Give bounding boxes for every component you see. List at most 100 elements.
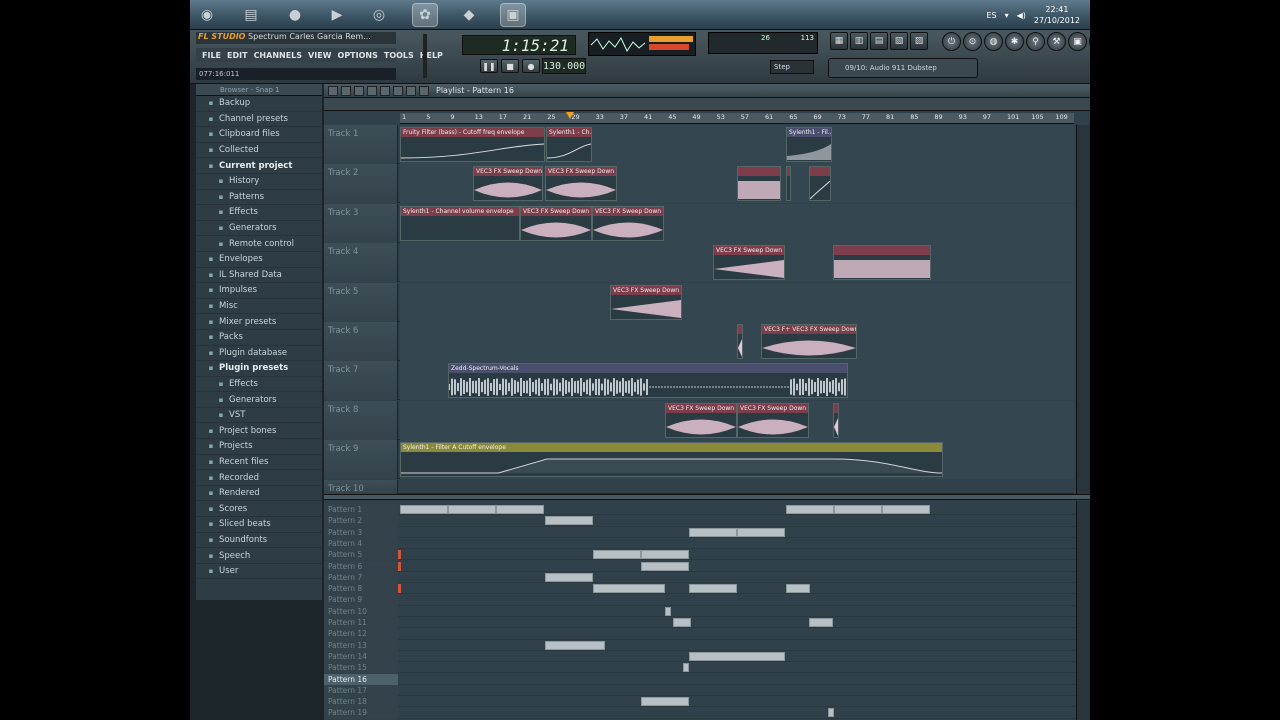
language-indicator[interactable]: ES (986, 11, 996, 20)
track-lane[interactable]: Sylenth1 - Channel volume envelope VEC3 F… (400, 203, 1074, 243)
pattern-name[interactable]: Pattern 14 (324, 650, 398, 663)
tempo-display[interactable]: 130.000 (542, 58, 586, 74)
browser-item[interactable]: ▪ Plugin database (196, 346, 322, 362)
browser-item[interactable]: ▪ History (196, 174, 322, 190)
track-name[interactable]: Track 10 (324, 480, 398, 494)
pattern-name[interactable]: Pattern 11 (324, 617, 398, 629)
browser-item[interactable]: ▪ Packs (196, 330, 322, 346)
track-lane[interactable]: VEC3 FX Sweep Down ... (400, 243, 1074, 283)
chrome-icon[interactable]: ◎ (366, 3, 392, 27)
playlist-clip[interactable] (737, 324, 743, 359)
track-name[interactable]: Track 8 (324, 400, 398, 440)
mute-tool-icon[interactable] (380, 85, 390, 96)
timeline-ruler[interactable]: 1 5 9 13 17 21 25 29 33 37 41 45 49 53 57 61 65 69 73 77 81 8… (400, 113, 1074, 124)
slice-tool-icon[interactable] (393, 85, 403, 96)
browser-item[interactable]: ▪ VST (196, 408, 322, 424)
pattern-block[interactable] (673, 618, 691, 627)
settings-icon[interactable]: ✱ (1005, 32, 1024, 51)
playlist-clip[interactable]: VEC3 FX Sweep Down ... (737, 402, 809, 438)
menu-tools[interactable]: TOOLS (384, 51, 414, 60)
plugin-icon[interactable]: ⊙ (963, 32, 982, 51)
browser-item[interactable]: ▪ Soundfonts (196, 533, 322, 549)
pattern-name[interactable]: Pattern 17 (324, 684, 398, 697)
playlist-clip[interactable]: VEC3 FX Sweep Down ... (592, 205, 664, 241)
pattern-name[interactable]: Pattern 15 (324, 662, 398, 674)
playhead-marker[interactable] (566, 112, 574, 119)
pause-button[interactable]: ❚❚ (480, 59, 498, 73)
app-blue-icon[interactable]: ▣ (500, 3, 526, 27)
playlist-clip[interactable]: VEC3 FX Sweep Down ... (713, 245, 785, 281)
browser-item[interactable]: ▪ Misc (196, 299, 322, 315)
power-icon[interactable]: ⏻ (942, 32, 961, 51)
browser-item[interactable]: ▪ Current project (196, 158, 322, 174)
menu-edit[interactable]: EDIT (227, 51, 248, 60)
playlist-clip[interactable]: Fruity Filter (bass) - Cutoff freq envel… (400, 127, 545, 162)
mixer-icon[interactable]: ▧ (890, 32, 908, 50)
playlist-clip[interactable]: Sylenth1 - Fil... (786, 127, 832, 162)
playlist-clip[interactable]: Zedd-Spectrum-Vocals (448, 363, 848, 399)
playlist-clip[interactable]: VEC3 FX Sweep Down ... (545, 166, 617, 202)
select-tool-icon[interactable] (406, 85, 416, 96)
draw-tool-icon[interactable] (341, 85, 351, 96)
pattern-name[interactable]: Pattern 12 (324, 628, 398, 640)
pattern-name[interactable]: Pattern 10 (324, 605, 398, 617)
track-name[interactable]: Track 3 (324, 203, 398, 243)
pattern-block[interactable] (545, 572, 593, 582)
pattern-block[interactable] (665, 606, 671, 616)
menu-options[interactable]: OPTIONS (338, 51, 378, 60)
pattern-block[interactable] (689, 527, 737, 537)
pattern-name[interactable]: Pattern 6 (324, 560, 398, 572)
pattern-name[interactable]: Pattern 16 (324, 673, 398, 685)
browser-item[interactable]: ▪ Scores (196, 501, 322, 518)
clock[interactable]: 22:41 27/10/2012 (1034, 4, 1080, 26)
pattern-block[interactable] (400, 505, 448, 514)
track-lane[interactable]: Fruity Filter (bass) - Cutoff freq envel… (400, 125, 1074, 164)
pattern-block[interactable] (593, 550, 641, 560)
browser-item[interactable]: ▪ Clipboard files (196, 127, 322, 143)
pattern-block[interactable] (448, 505, 496, 514)
browser-item[interactable]: ▪ Recorded (196, 470, 322, 486)
delete-tool-icon[interactable] (367, 85, 377, 96)
playlist-clip[interactable] (809, 166, 831, 202)
track-scrollbar[interactable] (1076, 125, 1090, 494)
piano-roll-icon[interactable]: ▤ (870, 32, 888, 50)
browser-item[interactable]: ▪ Rendered (196, 486, 322, 502)
browser-item[interactable]: ▪ IL Shared Data (196, 268, 322, 284)
browser-item[interactable]: ▪ Speech (196, 548, 322, 564)
master-volume-slider[interactable] (423, 34, 427, 78)
playlist-clip[interactable]: Sylenth1 - Filter A Cutoff envelope (400, 442, 943, 478)
chevron-down-icon[interactable]: ▾ (1005, 11, 1009, 20)
playlist-clip[interactable]: VEC3 FX Sweep Down ... (610, 284, 682, 320)
pattern-block[interactable] (689, 651, 785, 661)
pattern-splitter[interactable] (324, 494, 1090, 500)
pattern-block[interactable] (786, 584, 810, 594)
browser-item[interactable]: ▪ Project bones (196, 423, 322, 440)
pattern-block[interactable] (545, 516, 593, 526)
tools-icon[interactable]: ⚒ (1047, 32, 1066, 51)
fl-studio-icon[interactable]: ✿ (412, 3, 438, 27)
menu-file[interactable]: FILE (202, 51, 221, 60)
track-name[interactable]: Track 1 (324, 125, 398, 164)
record-button[interactable]: ● (522, 59, 540, 73)
browser-item[interactable]: ▪ Impulses (196, 283, 322, 299)
app-red-icon[interactable]: ◆ (456, 3, 482, 27)
pattern-name[interactable]: Pattern 2 (324, 515, 398, 527)
track-name[interactable]: Track 7 (324, 361, 398, 401)
track-lane[interactable]: Zedd-Spectrum-Vocals (400, 361, 1074, 401)
track-name[interactable]: Track 5 (324, 282, 398, 322)
browser-item[interactable]: ▪ Channel presets (196, 112, 322, 128)
browser-item[interactable]: ▪ Sliced beats (196, 517, 322, 533)
track-lane[interactable]: VEC3 FX Sweep Down ... (400, 282, 1074, 322)
track-lane[interactable]: VEC3 FX Sweep Down ...VEC3 FX Sweep Down… (400, 400, 1074, 440)
snap-selector[interactable]: Step (770, 60, 814, 74)
playlist-clip[interactable]: VEC3 FX Sweep Down ... (665, 402, 737, 438)
pattern-block[interactable] (689, 584, 737, 594)
playlist-window-icon[interactable]: ▦ (830, 32, 848, 50)
browser-item[interactable]: ▪ Recent files (196, 455, 322, 471)
pattern-block[interactable] (545, 640, 605, 650)
pattern-name[interactable]: Pattern 18 (324, 696, 398, 708)
zoom-tool-icon[interactable] (419, 85, 429, 96)
track-lane[interactable]: VEC3 F+ VEC3 FX Sweep Down ... (400, 322, 1074, 361)
browser-item[interactable]: ▪ Plugin presets (196, 361, 322, 377)
disk-icon[interactable]: ◍ (984, 32, 1003, 51)
